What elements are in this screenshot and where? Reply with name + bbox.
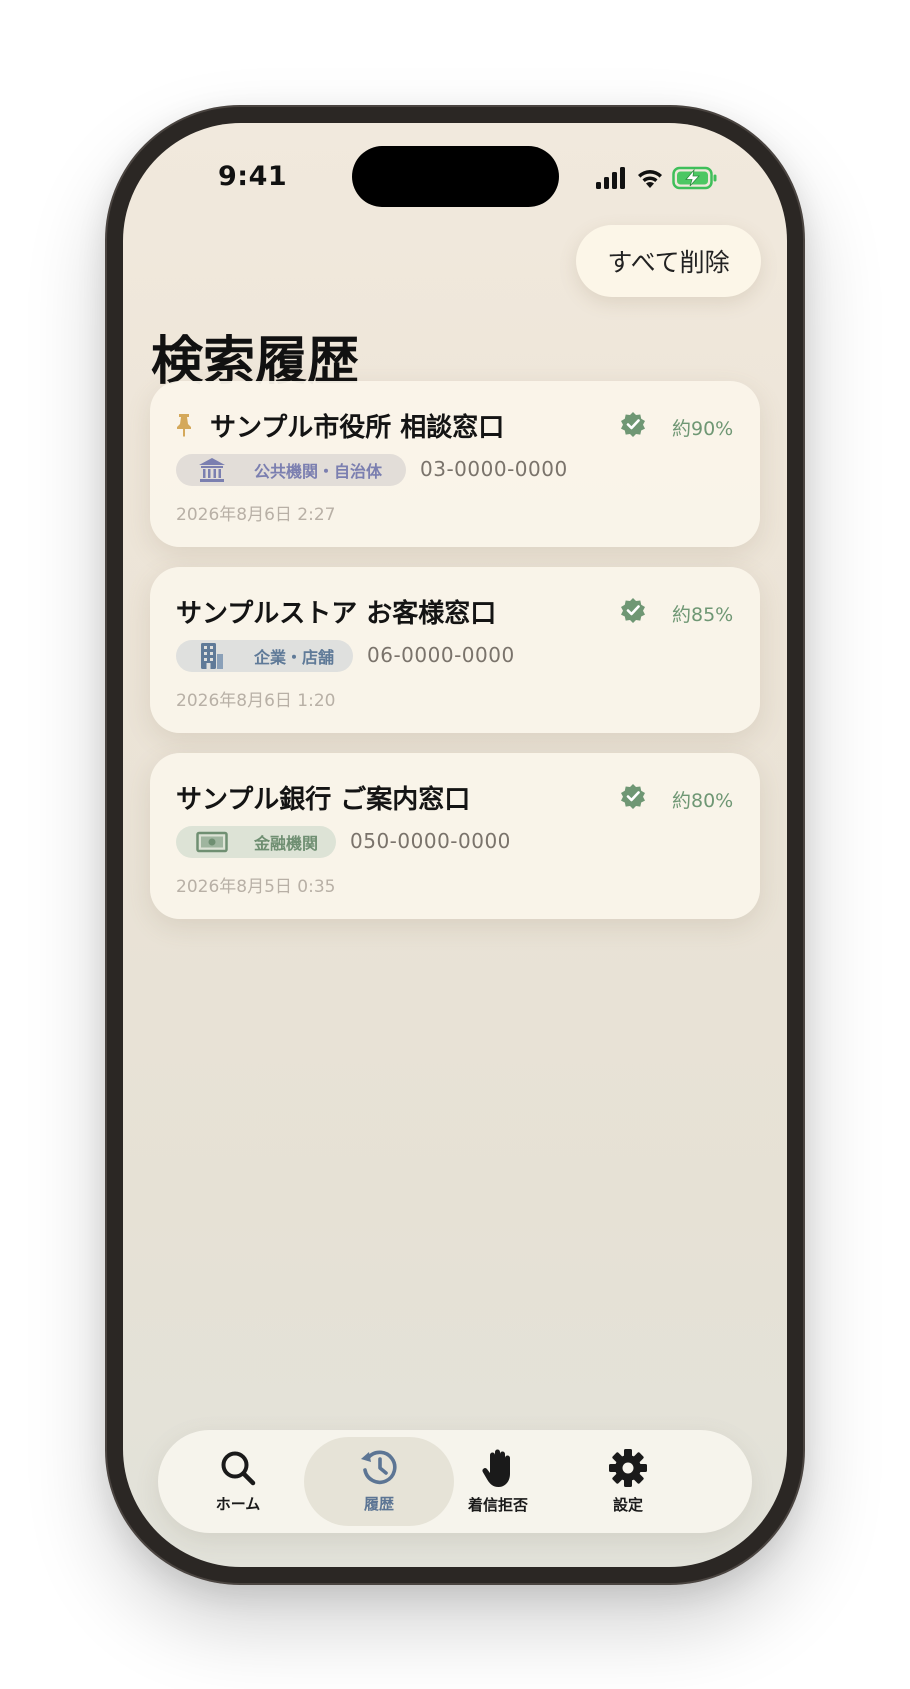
search-icon [221, 1451, 256, 1486]
phone-number: 03-0000-0000 [420, 457, 568, 481]
gear-icon [609, 1449, 647, 1487]
tab-history[interactable]: 履歴 [318, 1430, 440, 1533]
government-building-icon [192, 457, 232, 483]
card-title: サンプル市役所 相談窓口 [210, 413, 505, 443]
category-badge: 企業・店舗 [176, 640, 353, 672]
verified-badge-icon [621, 784, 645, 809]
tab-label: 履歴 [363, 1495, 394, 1513]
delete-all-button[interactable]: すべて削除 [576, 225, 761, 297]
verified-badge-icon [621, 598, 645, 623]
tab-home[interactable]: ホーム [188, 1430, 288, 1533]
search-date: 2026年8月5日 0:35 [176, 877, 336, 897]
match-score: 約80% [672, 790, 734, 812]
history-card[interactable]: サンプルストア お客様窓口 約85% 企業・店舗 06-0000-0000 20… [150, 567, 760, 733]
tab-bar: ホーム 履歴 着信拒否 設定 [158, 1430, 752, 1533]
category-label: 金融機関 [254, 834, 319, 853]
screen: 9:41 すべて削除 検索履歴 サンプル市役所 相談窓口 約90% 公共機関・自… [123, 123, 787, 1567]
battery-charging-icon [672, 166, 717, 190]
card-title: サンプルストア お客様窓口 [176, 599, 497, 629]
category-label: 公共機関・自治体 [254, 462, 383, 481]
verified-badge-icon [621, 412, 645, 437]
category-badge: 金融機関 [176, 826, 336, 858]
card-title: サンプル銀行 ご案内窓口 [176, 785, 471, 815]
tab-label: ホーム [215, 1495, 261, 1513]
search-date: 2026年8月6日 2:27 [176, 505, 336, 525]
tab-call-block[interactable]: 着信拒否 [448, 1430, 548, 1533]
category-badge: 公共機関・自治体 [176, 454, 406, 486]
phone-number: 06-0000-0000 [367, 643, 515, 667]
match-score: 約85% [672, 604, 734, 626]
match-score: 約90% [672, 418, 734, 440]
history-card[interactable]: サンプル銀行 ご案内窓口 約80% 金融機関 050-0000-0000 202… [150, 753, 760, 919]
wifi-icon [638, 170, 662, 188]
category-label: 企業・店舗 [254, 648, 335, 667]
signal-icon [596, 167, 625, 189]
search-date: 2026年8月6日 1:20 [176, 691, 336, 711]
office-building-icon [192, 642, 232, 670]
pin-icon [177, 414, 191, 437]
history-icon [361, 1450, 397, 1485]
status-icons [596, 163, 718, 193]
dynamic-island [352, 146, 559, 207]
hand-stop-icon [482, 1449, 510, 1487]
tab-label: 着信拒否 [467, 1496, 528, 1514]
banknote-icon [192, 831, 232, 853]
history-card[interactable]: サンプル市役所 相談窓口 約90% 公共機関・自治体 03-0000-0000 [150, 381, 760, 547]
phone-number: 050-0000-0000 [350, 829, 511, 853]
tab-label: 設定 [612, 1496, 643, 1514]
tab-settings[interactable]: 設定 [578, 1430, 678, 1533]
status-time: 9:41 [218, 161, 288, 192]
